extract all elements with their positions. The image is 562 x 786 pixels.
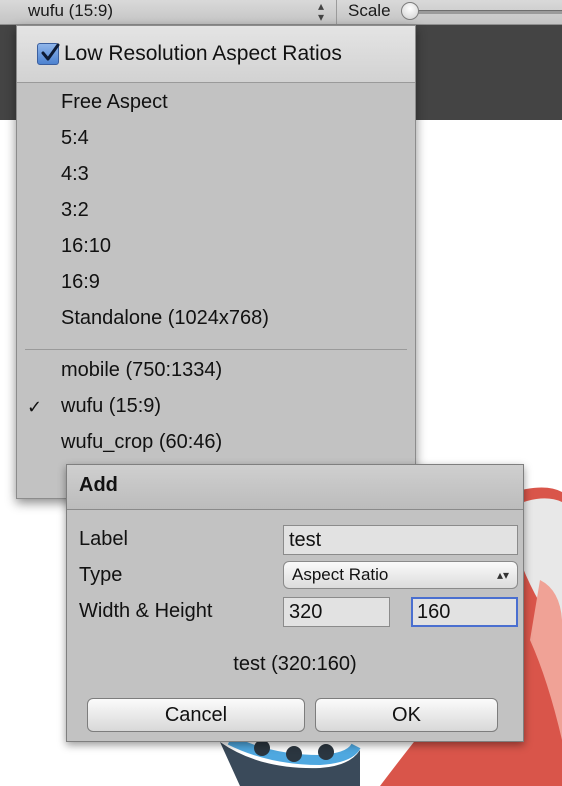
label-field-label: Label xyxy=(79,528,128,550)
menu-item-16-9[interactable]: 16:9 xyxy=(61,271,100,297)
menu-item-wufu-crop[interactable]: wufu_crop (60:46) xyxy=(61,431,222,457)
ok-button[interactable]: OK xyxy=(315,698,498,732)
menu-item-standalone[interactable]: Standalone (1024x768) xyxy=(61,307,269,333)
type-field-label: Type xyxy=(79,564,123,586)
aspect-ratio-menu: Low Resolution Aspect Ratios Free Aspect… xyxy=(16,25,416,499)
dialog-title-bar: Add xyxy=(67,465,523,510)
size-field-label: Width & Height xyxy=(79,600,213,622)
scale-slider-thumb[interactable] xyxy=(401,2,419,20)
menu-item-4-3[interactable]: 4:3 xyxy=(61,163,89,189)
width-input[interactable]: 320 xyxy=(283,597,390,627)
checkmark-icon xyxy=(41,43,60,61)
menu-separator xyxy=(25,349,407,350)
game-view-toolbar: wufu (15:9) ▴ ▾ Scale xyxy=(0,0,562,25)
aspect-ratio-value: wufu (15:9) xyxy=(28,1,114,20)
dialog-title: Add xyxy=(79,474,118,496)
label-input[interactable]: test xyxy=(283,525,518,555)
height-input[interactable]: 160 xyxy=(411,597,518,627)
menu-item-5-4[interactable]: 5:4 xyxy=(61,127,89,153)
low-resolution-checkbox[interactable] xyxy=(37,43,60,65)
aspect-ratio-dropdown[interactable]: wufu (15:9) ▴ ▾ xyxy=(0,0,337,24)
scale-slider-track[interactable] xyxy=(412,10,562,14)
menu-item-wufu[interactable]: wufu (15:9) xyxy=(61,395,161,421)
scale-label: Scale xyxy=(348,1,391,20)
up-down-arrows-icon: ▴▾ xyxy=(318,0,325,24)
menu-item-3-2[interactable]: 3:2 xyxy=(61,199,89,225)
type-select-value: Aspect Ratio xyxy=(292,565,389,584)
cancel-button[interactable]: Cancel xyxy=(87,698,305,732)
add-aspect-dialog: Add Label test Type Aspect Ratio ▴▾ Widt… xyxy=(66,464,524,742)
aspect-preview-text: test (320:160) xyxy=(233,653,357,675)
low-resolution-toggle-row[interactable]: Low Resolution Aspect Ratios xyxy=(17,26,415,83)
low-resolution-label: Low Resolution Aspect Ratios xyxy=(64,42,342,65)
selected-check-icon: ✓ xyxy=(27,397,43,417)
type-select[interactable]: Aspect Ratio ▴▾ xyxy=(283,561,518,589)
menu-item-mobile[interactable]: mobile (750:1334) xyxy=(61,359,222,385)
up-down-arrows-icon: ▴▾ xyxy=(496,568,509,582)
menu-item-16-10[interactable]: 16:10 xyxy=(61,235,111,261)
menu-item-free-aspect[interactable]: Free Aspect xyxy=(61,91,168,117)
